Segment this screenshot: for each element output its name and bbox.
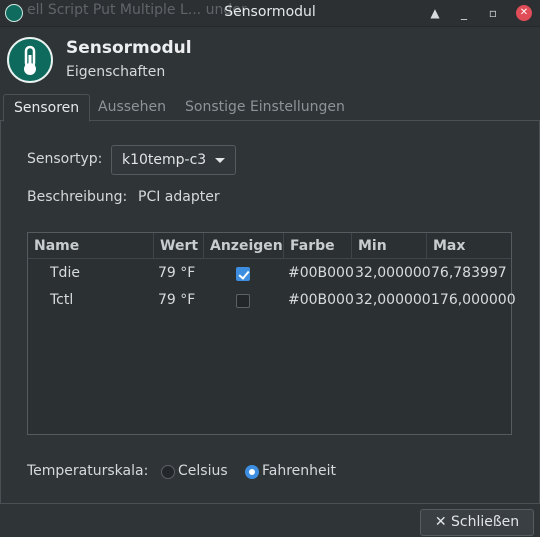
- column-header-max[interactable]: Max: [426, 233, 511, 259]
- fahrenheit-label[interactable]: Fahrenheit: [262, 463, 336, 479]
- thermometer-icon: [7, 37, 53, 83]
- tab-sonstige-einstellungen[interactable]: Sonstige Einstellungen: [175, 94, 355, 121]
- table-header: Name Wert Anzeigen Farbe Min Max: [28, 233, 511, 259]
- maximize-icon[interactable]: ▫: [485, 5, 501, 21]
- sensor-color[interactable]: #00B000: [288, 287, 354, 314]
- description-value: PCI adapter: [138, 189, 220, 205]
- sensor-value: 79 °F: [158, 265, 196, 281]
- sensor-color[interactable]: #00B000: [288, 260, 354, 287]
- column-header-name[interactable]: Name: [28, 233, 153, 259]
- table-row[interactable]: Tctl 79 °F #00B000 32,000000 176,000000: [28, 287, 516, 314]
- keep-above-icon[interactable]: ▲: [427, 5, 443, 21]
- sensor-name: Tctl: [50, 292, 74, 308]
- chevron-down-icon: [215, 158, 225, 163]
- column-header-farbe[interactable]: Farbe: [283, 233, 351, 259]
- show-sensor-checkbox[interactable]: [236, 294, 250, 308]
- column-header-wert[interactable]: Wert: [153, 233, 203, 259]
- show-sensor-checkbox[interactable]: [236, 267, 250, 281]
- sensor-value: 79 °F: [158, 292, 196, 308]
- description-label: Beschreibung:: [27, 189, 128, 205]
- tab-bar: Sensoren Aussehen Sonstige Einstellungen: [0, 94, 540, 122]
- tab-sensoren[interactable]: Sensoren: [3, 94, 91, 122]
- page-subtitle: Eigenschaften: [66, 64, 166, 80]
- temperature-scale-label: Temperaturskala:: [27, 463, 149, 479]
- fahrenheit-radio[interactable]: [245, 465, 259, 479]
- sensor-min[interactable]: 32,000000: [355, 260, 431, 287]
- tab-aussehen[interactable]: Aussehen: [88, 94, 176, 121]
- sensor-max[interactable]: 176,000000: [431, 287, 516, 314]
- column-header-min[interactable]: Min: [351, 233, 426, 259]
- column-header-anzeigen[interactable]: Anzeigen: [203, 233, 283, 259]
- sensor-type-label: Sensortyp:: [27, 151, 103, 167]
- page-title: Sensormodul: [66, 38, 192, 58]
- sensor-type-select[interactable]: k10temp-c3: [111, 145, 236, 175]
- sensor-table[interactable]: Name Wert Anzeigen Farbe Min Max Tdie 79…: [27, 232, 516, 435]
- sensor-min[interactable]: 32,000000: [355, 287, 431, 314]
- sensor-name: Tdie: [50, 265, 80, 281]
- close-icon: ✕: [434, 514, 447, 530]
- celsius-label[interactable]: Celsius: [178, 463, 228, 479]
- title-bar: ell Script Put Multiple L... under Senso…: [0, 0, 540, 27]
- close-window-icon[interactable]: ✕: [516, 5, 532, 21]
- close-button-label: Schließen: [451, 514, 520, 530]
- celsius-radio[interactable]: [161, 465, 175, 479]
- sensor-type-value: k10temp-c3: [122, 152, 207, 168]
- table-row[interactable]: Tdie 79 °F #00B000 32,000000 76,783997: [28, 260, 511, 287]
- minimize-icon[interactable]: _: [456, 5, 472, 21]
- sensor-max[interactable]: 76,783997: [431, 260, 507, 287]
- close-button[interactable]: ✕ Schließen: [420, 509, 534, 536]
